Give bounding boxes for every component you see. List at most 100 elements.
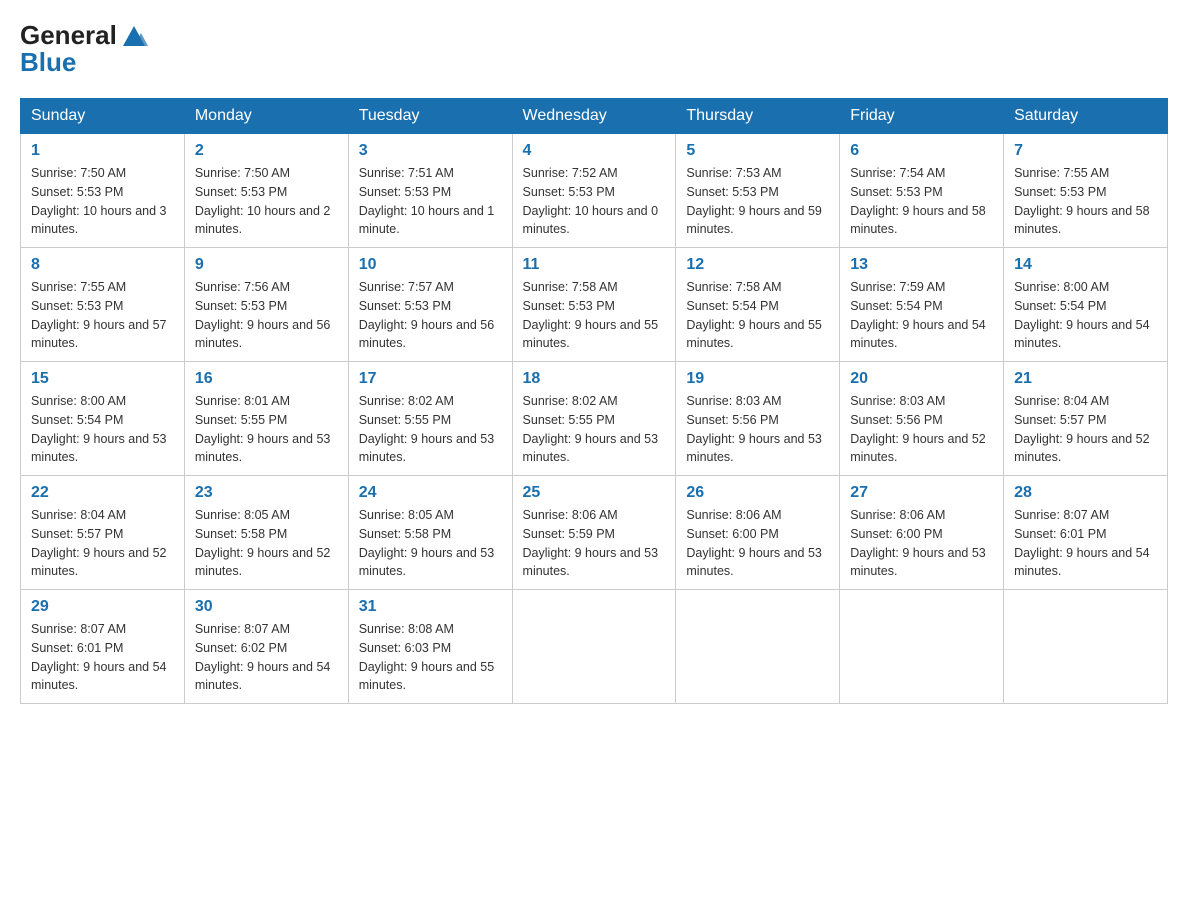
day-number: 2 xyxy=(195,142,338,160)
day-number: 25 xyxy=(523,484,666,502)
calendar-cell: 19 Sunrise: 8:03 AM Sunset: 5:56 PM Dayl… xyxy=(676,362,840,476)
day-info: Sunrise: 8:07 AM Sunset: 6:01 PM Dayligh… xyxy=(1014,506,1157,581)
day-number: 8 xyxy=(31,256,174,274)
day-info: Sunrise: 8:00 AM Sunset: 5:54 PM Dayligh… xyxy=(1014,278,1157,353)
calendar-cell: 21 Sunrise: 8:04 AM Sunset: 5:57 PM Dayl… xyxy=(1004,362,1168,476)
calendar-cell: 13 Sunrise: 7:59 AM Sunset: 5:54 PM Dayl… xyxy=(840,248,1004,362)
day-info: Sunrise: 7:55 AM Sunset: 5:53 PM Dayligh… xyxy=(31,278,174,353)
calendar-cell xyxy=(676,590,840,704)
day-header-thursday: Thursday xyxy=(676,99,840,134)
calendar-cell: 31 Sunrise: 8:08 AM Sunset: 6:03 PM Dayl… xyxy=(348,590,512,704)
calendar-cell: 20 Sunrise: 8:03 AM Sunset: 5:56 PM Dayl… xyxy=(840,362,1004,476)
calendar-cell: 15 Sunrise: 8:00 AM Sunset: 5:54 PM Dayl… xyxy=(21,362,185,476)
day-number: 24 xyxy=(359,484,502,502)
day-header-wednesday: Wednesday xyxy=(512,99,676,134)
day-number: 1 xyxy=(31,142,174,160)
calendar-cell: 24 Sunrise: 8:05 AM Sunset: 5:58 PM Dayl… xyxy=(348,476,512,590)
day-number: 28 xyxy=(1014,484,1157,502)
day-number: 30 xyxy=(195,598,338,616)
week-row-4: 22 Sunrise: 8:04 AM Sunset: 5:57 PM Dayl… xyxy=(21,476,1168,590)
calendar-cell: 4 Sunrise: 7:52 AM Sunset: 5:53 PM Dayli… xyxy=(512,134,676,248)
day-info: Sunrise: 8:06 AM Sunset: 6:00 PM Dayligh… xyxy=(686,506,829,581)
week-row-2: 8 Sunrise: 7:55 AM Sunset: 5:53 PM Dayli… xyxy=(21,248,1168,362)
calendar-cell: 25 Sunrise: 8:06 AM Sunset: 5:59 PM Dayl… xyxy=(512,476,676,590)
calendar-cell: 2 Sunrise: 7:50 AM Sunset: 5:53 PM Dayli… xyxy=(184,134,348,248)
day-number: 18 xyxy=(523,370,666,388)
calendar-cell: 5 Sunrise: 7:53 AM Sunset: 5:53 PM Dayli… xyxy=(676,134,840,248)
calendar-cell: 28 Sunrise: 8:07 AM Sunset: 6:01 PM Dayl… xyxy=(1004,476,1168,590)
day-info: Sunrise: 8:07 AM Sunset: 6:01 PM Dayligh… xyxy=(31,620,174,695)
calendar-cell: 9 Sunrise: 7:56 AM Sunset: 5:53 PM Dayli… xyxy=(184,248,348,362)
day-header-monday: Monday xyxy=(184,99,348,134)
day-number: 15 xyxy=(31,370,174,388)
day-info: Sunrise: 8:08 AM Sunset: 6:03 PM Dayligh… xyxy=(359,620,502,695)
day-info: Sunrise: 7:55 AM Sunset: 5:53 PM Dayligh… xyxy=(1014,164,1157,239)
day-info: Sunrise: 8:04 AM Sunset: 5:57 PM Dayligh… xyxy=(1014,392,1157,467)
calendar-cell: 26 Sunrise: 8:06 AM Sunset: 6:00 PM Dayl… xyxy=(676,476,840,590)
day-info: Sunrise: 7:54 AM Sunset: 5:53 PM Dayligh… xyxy=(850,164,993,239)
calendar-cell: 7 Sunrise: 7:55 AM Sunset: 5:53 PM Dayli… xyxy=(1004,134,1168,248)
calendar-cell: 12 Sunrise: 7:58 AM Sunset: 5:54 PM Dayl… xyxy=(676,248,840,362)
calendar-table: SundayMondayTuesdayWednesdayThursdayFrid… xyxy=(20,98,1168,704)
day-number: 19 xyxy=(686,370,829,388)
day-number: 26 xyxy=(686,484,829,502)
calendar-cell: 10 Sunrise: 7:57 AM Sunset: 5:53 PM Dayl… xyxy=(348,248,512,362)
calendar-cell: 23 Sunrise: 8:05 AM Sunset: 5:58 PM Dayl… xyxy=(184,476,348,590)
day-number: 13 xyxy=(850,256,993,274)
calendar-cell: 29 Sunrise: 8:07 AM Sunset: 6:01 PM Dayl… xyxy=(21,590,185,704)
day-info: Sunrise: 8:01 AM Sunset: 5:55 PM Dayligh… xyxy=(195,392,338,467)
day-info: Sunrise: 8:05 AM Sunset: 5:58 PM Dayligh… xyxy=(359,506,502,581)
week-row-5: 29 Sunrise: 8:07 AM Sunset: 6:01 PM Dayl… xyxy=(21,590,1168,704)
page-header: General Blue xyxy=(20,20,1168,78)
logo: General Blue xyxy=(20,20,149,78)
day-number: 9 xyxy=(195,256,338,274)
day-number: 12 xyxy=(686,256,829,274)
day-info: Sunrise: 8:00 AM Sunset: 5:54 PM Dayligh… xyxy=(31,392,174,467)
day-number: 23 xyxy=(195,484,338,502)
week-row-3: 15 Sunrise: 8:00 AM Sunset: 5:54 PM Dayl… xyxy=(21,362,1168,476)
days-header-row: SundayMondayTuesdayWednesdayThursdayFrid… xyxy=(21,99,1168,134)
calendar-cell: 14 Sunrise: 8:00 AM Sunset: 5:54 PM Dayl… xyxy=(1004,248,1168,362)
day-info: Sunrise: 8:03 AM Sunset: 5:56 PM Dayligh… xyxy=(686,392,829,467)
calendar-cell xyxy=(512,590,676,704)
day-info: Sunrise: 7:57 AM Sunset: 5:53 PM Dayligh… xyxy=(359,278,502,353)
calendar-cell: 3 Sunrise: 7:51 AM Sunset: 5:53 PM Dayli… xyxy=(348,134,512,248)
day-info: Sunrise: 7:58 AM Sunset: 5:54 PM Dayligh… xyxy=(686,278,829,353)
day-info: Sunrise: 8:02 AM Sunset: 5:55 PM Dayligh… xyxy=(523,392,666,467)
calendar-cell: 27 Sunrise: 8:06 AM Sunset: 6:00 PM Dayl… xyxy=(840,476,1004,590)
calendar-cell: 1 Sunrise: 7:50 AM Sunset: 5:53 PM Dayli… xyxy=(21,134,185,248)
day-number: 21 xyxy=(1014,370,1157,388)
day-info: Sunrise: 7:50 AM Sunset: 5:53 PM Dayligh… xyxy=(31,164,174,239)
day-header-sunday: Sunday xyxy=(21,99,185,134)
day-number: 14 xyxy=(1014,256,1157,274)
day-header-saturday: Saturday xyxy=(1004,99,1168,134)
day-number: 4 xyxy=(523,142,666,160)
week-row-1: 1 Sunrise: 7:50 AM Sunset: 5:53 PM Dayli… xyxy=(21,134,1168,248)
day-info: Sunrise: 7:53 AM Sunset: 5:53 PM Dayligh… xyxy=(686,164,829,239)
day-info: Sunrise: 7:58 AM Sunset: 5:53 PM Dayligh… xyxy=(523,278,666,353)
day-info: Sunrise: 8:04 AM Sunset: 5:57 PM Dayligh… xyxy=(31,506,174,581)
day-info: Sunrise: 7:52 AM Sunset: 5:53 PM Dayligh… xyxy=(523,164,666,239)
day-number: 10 xyxy=(359,256,502,274)
day-header-tuesday: Tuesday xyxy=(348,99,512,134)
logo-blue: Blue xyxy=(20,47,149,78)
day-number: 17 xyxy=(359,370,502,388)
day-info: Sunrise: 8:06 AM Sunset: 6:00 PM Dayligh… xyxy=(850,506,993,581)
calendar-cell xyxy=(1004,590,1168,704)
day-number: 7 xyxy=(1014,142,1157,160)
day-info: Sunrise: 8:06 AM Sunset: 5:59 PM Dayligh… xyxy=(523,506,666,581)
day-info: Sunrise: 7:50 AM Sunset: 5:53 PM Dayligh… xyxy=(195,164,338,239)
day-info: Sunrise: 7:51 AM Sunset: 5:53 PM Dayligh… xyxy=(359,164,502,239)
day-header-friday: Friday xyxy=(840,99,1004,134)
day-number: 20 xyxy=(850,370,993,388)
day-info: Sunrise: 8:07 AM Sunset: 6:02 PM Dayligh… xyxy=(195,620,338,695)
day-number: 22 xyxy=(31,484,174,502)
day-number: 29 xyxy=(31,598,174,616)
day-info: Sunrise: 8:02 AM Sunset: 5:55 PM Dayligh… xyxy=(359,392,502,467)
calendar-cell: 11 Sunrise: 7:58 AM Sunset: 5:53 PM Dayl… xyxy=(512,248,676,362)
logo-icon xyxy=(119,20,149,50)
day-number: 16 xyxy=(195,370,338,388)
calendar-cell: 6 Sunrise: 7:54 AM Sunset: 5:53 PM Dayli… xyxy=(840,134,1004,248)
calendar-cell: 8 Sunrise: 7:55 AM Sunset: 5:53 PM Dayli… xyxy=(21,248,185,362)
calendar-cell: 18 Sunrise: 8:02 AM Sunset: 5:55 PM Dayl… xyxy=(512,362,676,476)
